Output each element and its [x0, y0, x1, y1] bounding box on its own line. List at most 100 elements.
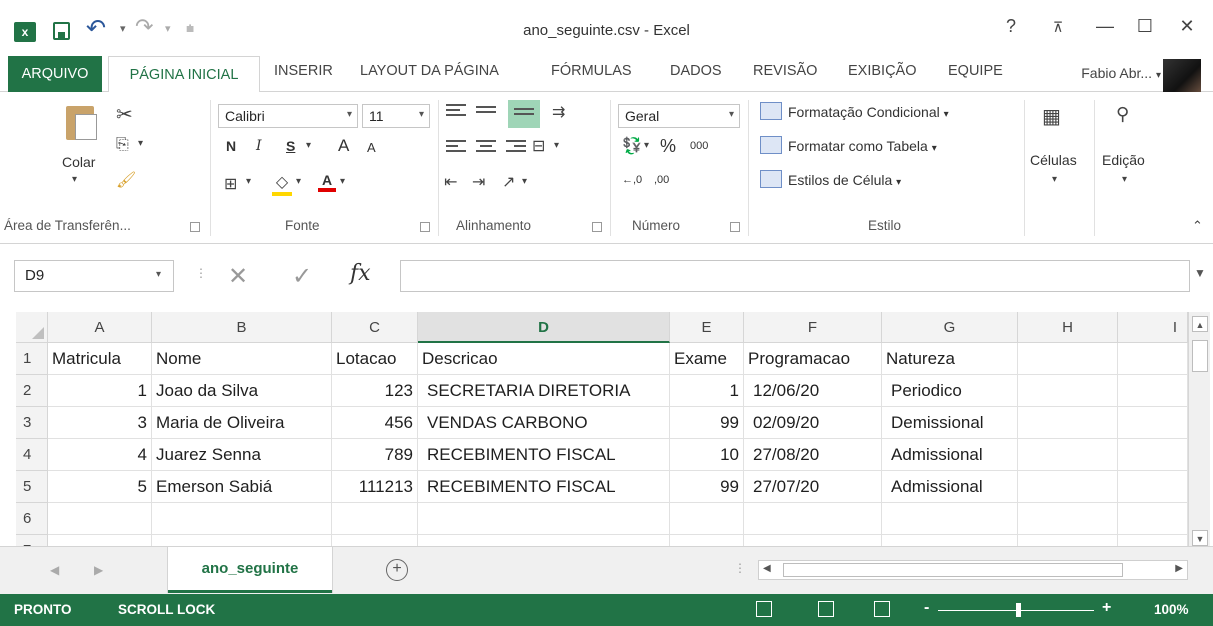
cell-e6[interactable] — [670, 503, 744, 535]
cell-c7[interactable] — [332, 535, 418, 546]
cell-h4[interactable] — [1018, 439, 1118, 471]
row-header[interactable]: 6 — [16, 503, 48, 535]
format-as-table-button[interactable]: Formatar como Tabela ▾ — [788, 138, 937, 154]
cell-i3[interactable] — [1118, 407, 1188, 439]
expand-formula-bar-icon[interactable]: ▼ — [1194, 266, 1206, 280]
ribbon-display-options-icon[interactable]: ⊼ — [1043, 19, 1073, 36]
cell-g1[interactable]: Natureza — [882, 343, 1018, 375]
minimize-button[interactable]: — — [1090, 16, 1120, 37]
help-button[interactable]: ? — [996, 16, 1026, 37]
row-header[interactable]: 4 — [16, 439, 48, 471]
orientation-dropdown-icon[interactable]: ▾ — [522, 176, 527, 187]
cell-i5[interactable] — [1118, 471, 1188, 503]
cell-g2[interactable]: Periodico — [882, 375, 1018, 407]
cell-a3[interactable]: 3 — [48, 407, 152, 439]
enter-icon[interactable]: ✓ — [292, 262, 312, 291]
align-right-icon[interactable] — [506, 140, 526, 154]
cell-d6[interactable] — [418, 503, 670, 535]
cell-c4[interactable]: 789 — [332, 439, 418, 471]
cell-f4[interactable]: 27/08/20 — [744, 439, 882, 471]
editing-dropdown-icon[interactable]: ▾ — [1122, 174, 1127, 185]
cell-a6[interactable] — [48, 503, 152, 535]
cell-e1[interactable]: Exame — [670, 343, 744, 375]
cell-h3[interactable] — [1018, 407, 1118, 439]
cell-styles-button[interactable]: Estilos de Célula ▾ — [788, 172, 901, 188]
cell-i6[interactable] — [1118, 503, 1188, 535]
grow-font-button[interactable]: A — [338, 136, 349, 156]
maximize-button[interactable]: ☐ — [1130, 16, 1160, 37]
wrap-text-icon[interactable]: ⇉ — [552, 102, 565, 122]
fill-color-dropdown-icon[interactable]: ▾ — [296, 176, 301, 187]
redo-icon[interactable]: ↷ — [135, 14, 153, 40]
cell-i7[interactable] — [1118, 535, 1188, 546]
select-all-button[interactable] — [16, 312, 48, 343]
add-sheet-button[interactable]: + — [386, 559, 408, 581]
cell-e2[interactable]: 1 — [670, 375, 744, 407]
borders-dropdown-icon[interactable]: ▾ — [246, 176, 251, 187]
font-name-select[interactable]: Calibri ▾ — [218, 104, 358, 128]
alignment-launcher-icon[interactable] — [592, 222, 602, 232]
decrease-decimal-button[interactable]: ,00 — [654, 174, 669, 186]
clipboard-launcher-icon[interactable] — [190, 222, 200, 232]
cell-e7[interactable] — [670, 535, 744, 546]
cell-f2[interactable]: 12/06/20 — [744, 375, 882, 407]
merge-dropdown-icon[interactable]: ▾ — [554, 140, 559, 151]
tab-equipe[interactable]: EQUIPE — [948, 63, 1003, 79]
normal-view-icon[interactable] — [756, 601, 772, 617]
cell-e5[interactable]: 99 — [670, 471, 744, 503]
paste-dropdown-icon[interactable]: ▾ — [72, 174, 77, 185]
align-bottom-icon[interactable] — [508, 100, 540, 128]
avatar[interactable] — [1163, 59, 1201, 93]
previous-sheet-icon[interactable]: ◀ — [50, 563, 59, 577]
cell-c3[interactable]: 456 — [332, 407, 418, 439]
number-format-select[interactable]: Geral ▾ — [618, 104, 740, 128]
font-launcher-icon[interactable] — [420, 222, 430, 232]
collapse-ribbon-icon[interactable]: ⌃ — [1192, 218, 1203, 234]
cell-a5[interactable]: 5 — [48, 471, 152, 503]
cell-f1[interactable]: Programacao — [744, 343, 882, 375]
row-header[interactable]: 5 — [16, 471, 48, 503]
column-header-e[interactable]: E — [670, 312, 744, 343]
scroll-right-icon[interactable]: ▶ — [1175, 563, 1183, 574]
cell-a4[interactable]: 4 — [48, 439, 152, 471]
cell-i2[interactable] — [1118, 375, 1188, 407]
row-header[interactable]: 7 — [16, 535, 48, 546]
borders-icon[interactable]: ⊞ — [224, 174, 237, 194]
bold-button[interactable]: N — [226, 138, 236, 154]
cell-b5[interactable]: Emerson Sabiá — [152, 471, 332, 503]
cell-c1[interactable]: Lotacao — [332, 343, 418, 375]
user-account[interactable]: Fabio Abr... ▾ — [1081, 65, 1161, 81]
cell-h6[interactable] — [1018, 503, 1118, 535]
cell-h2[interactable] — [1018, 375, 1118, 407]
page-layout-view-icon[interactable] — [818, 601, 834, 617]
scroll-up-icon[interactable]: ▲ — [1192, 316, 1208, 332]
cell-f6[interactable] — [744, 503, 882, 535]
cell-c5[interactable]: 111213 — [332, 471, 418, 503]
tab-inserir[interactable]: INSERIR — [274, 63, 333, 79]
increase-decimal-button[interactable]: ←,0 — [622, 174, 642, 186]
column-header-g[interactable]: G — [882, 312, 1018, 343]
column-header-f[interactable]: F — [744, 312, 882, 343]
undo-dropdown-icon[interactable]: ▾ — [120, 22, 126, 35]
tab-arquivo[interactable]: ARQUIVO — [8, 56, 102, 92]
cell-c6[interactable] — [332, 503, 418, 535]
tab-revisao[interactable]: REVISÃO — [753, 63, 817, 79]
tab-pagina-inicial[interactable]: PÁGINA INICIAL — [108, 56, 260, 93]
column-header-b[interactable]: B — [152, 312, 332, 343]
cell-e4[interactable]: 10 — [670, 439, 744, 471]
zoom-in-button[interactable]: + — [1102, 599, 1111, 617]
row-header[interactable]: 1 — [16, 343, 48, 375]
font-size-select[interactable]: 11 ▾ — [362, 104, 430, 128]
column-header-h[interactable]: H — [1018, 312, 1118, 343]
percent-button[interactable]: % — [660, 136, 676, 157]
redo-dropdown-icon[interactable]: ▾ — [165, 22, 171, 35]
cells-dropdown-icon[interactable]: ▾ — [1052, 174, 1057, 185]
cell-d1[interactable]: Descricao — [418, 343, 670, 375]
excel-logo-icon[interactable]: x — [14, 22, 36, 42]
cancel-icon[interactable]: ✕ — [228, 262, 248, 291]
accounting-dropdown-icon[interactable]: ▾ — [644, 140, 649, 151]
conditional-formatting-button[interactable]: Formatação Condicional ▾ — [788, 104, 949, 120]
cells-icon[interactable]: ▦ — [1042, 104, 1061, 129]
cell-g6[interactable] — [882, 503, 1018, 535]
cell-b6[interactable] — [152, 503, 332, 535]
